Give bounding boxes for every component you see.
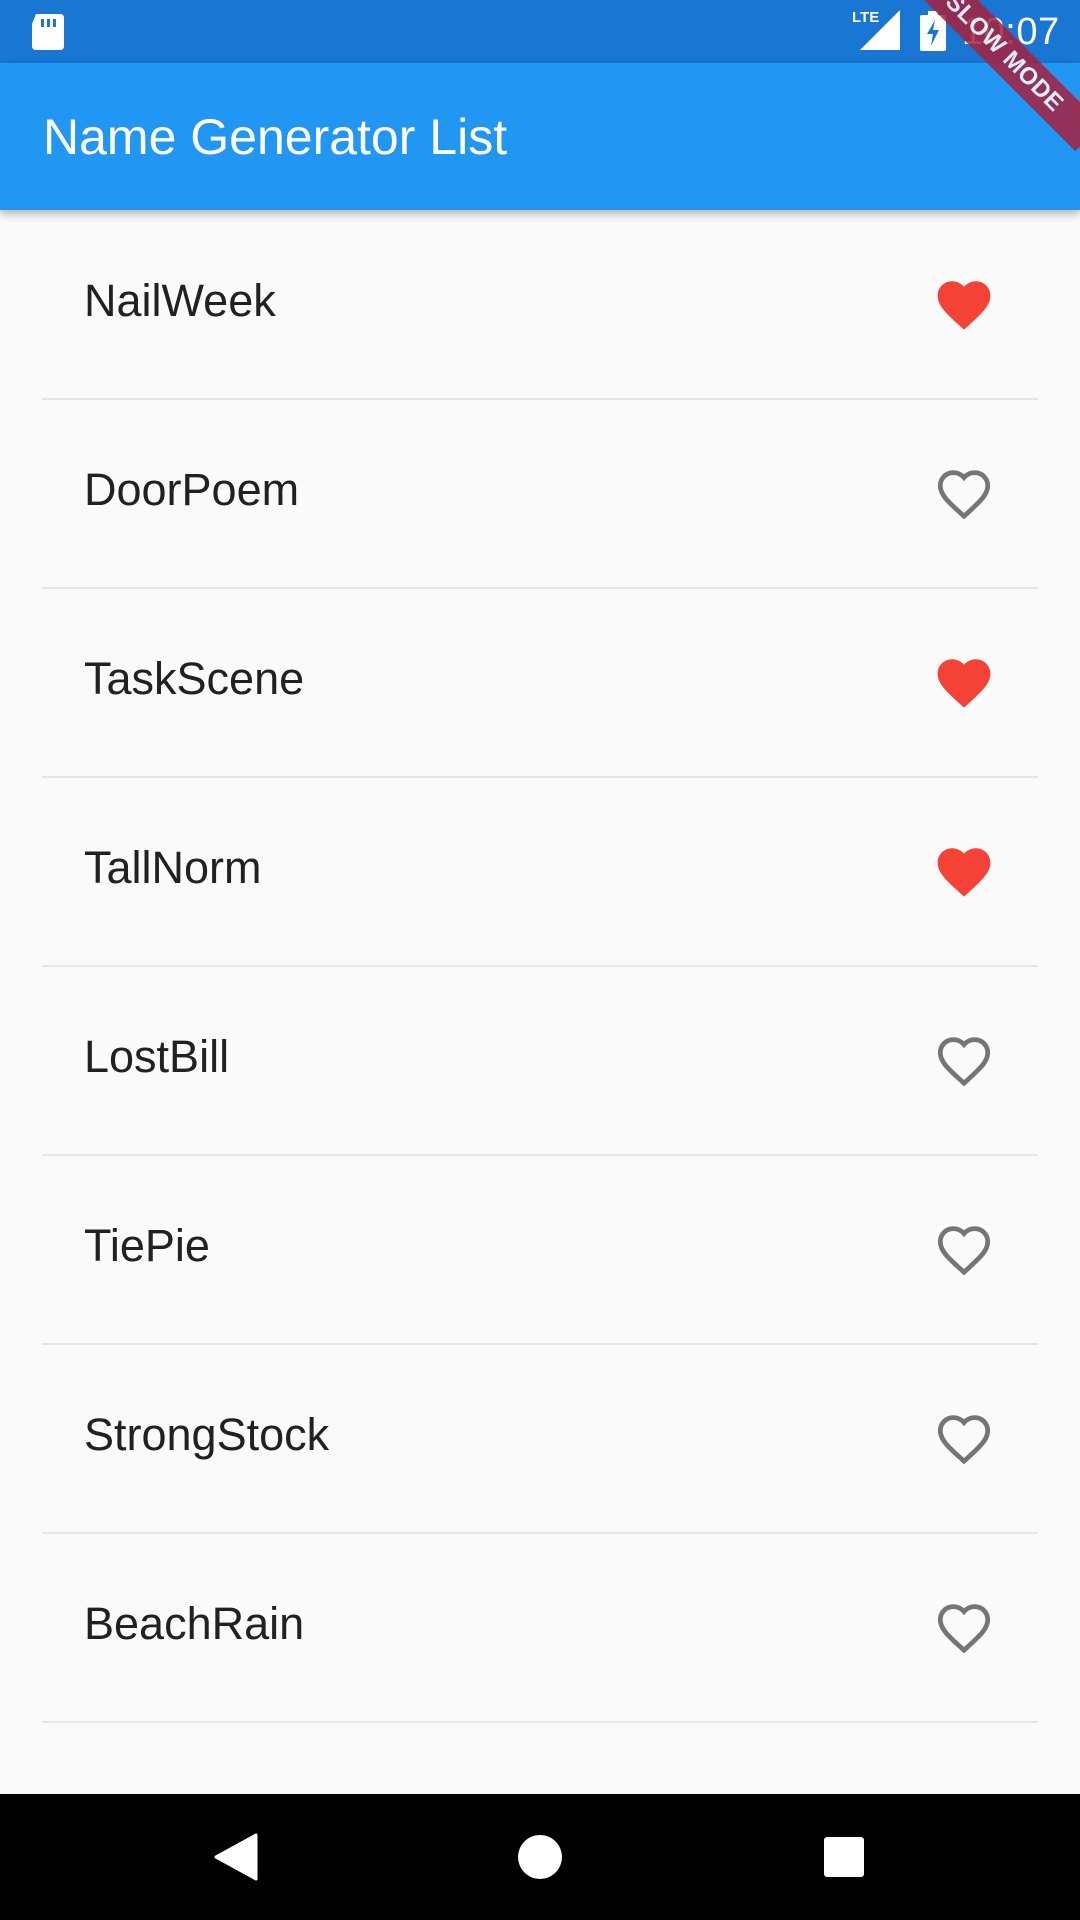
heart-outline-icon[interactable] bbox=[935, 1412, 993, 1466]
list-item-label: LostBill bbox=[84, 1031, 230, 1082]
list-item[interactable]: TallNorm bbox=[0, 777, 1080, 966]
heart-outline-icon[interactable] bbox=[935, 1601, 993, 1655]
app-bar: Name Generator List bbox=[0, 63, 1080, 210]
list-item[interactable]: LostBill bbox=[0, 966, 1080, 1155]
saved-names-list[interactable]: NailWeek DoorPoem TaskScene TallNorm LostBil… bbox=[0, 210, 1080, 1794]
list-item-label: TaskScene bbox=[84, 653, 305, 704]
list-divider bbox=[42, 1721, 1038, 1723]
list-item[interactable]: NailWeek bbox=[0, 210, 1080, 399]
list-item[interactable]: DoorPoem bbox=[0, 399, 1080, 588]
list-item-label: TallNorm bbox=[84, 842, 262, 893]
lte-signal-icon: LTE bbox=[852, 9, 900, 50]
recents-square-icon[interactable] bbox=[814, 1827, 874, 1887]
list-item[interactable]: TaskScene bbox=[0, 588, 1080, 777]
back-triangle-icon[interactable] bbox=[206, 1827, 266, 1887]
list-item[interactable]: TiePie bbox=[0, 1155, 1080, 1344]
heart-filled-icon[interactable] bbox=[935, 278, 993, 332]
app-screen: LTE 10:07 Name Generator List SLOW MODE … bbox=[0, 0, 1080, 1920]
heart-outline-icon[interactable] bbox=[935, 1223, 993, 1277]
network-type-label: LTE bbox=[852, 9, 880, 26]
status-bar: LTE 10:07 bbox=[0, 0, 1080, 63]
list-item[interactable]: StrongStock bbox=[0, 1344, 1080, 1533]
sd-card-icon bbox=[32, 14, 64, 50]
list-item-label: DoorPoem bbox=[84, 464, 300, 515]
heart-filled-icon[interactable] bbox=[935, 656, 993, 710]
page-title: Name Generator List bbox=[43, 109, 508, 165]
heart-outline-icon[interactable] bbox=[935, 467, 993, 521]
heart-filled-icon[interactable] bbox=[935, 845, 993, 899]
list-item-label: NailWeek bbox=[84, 275, 276, 326]
list-item-label: StrongStock bbox=[84, 1409, 330, 1460]
list-item-label: BeachRain bbox=[84, 1598, 305, 1649]
heart-outline-icon[interactable] bbox=[935, 1034, 993, 1088]
list-item-label: TiePie bbox=[84, 1220, 210, 1271]
home-circle-icon[interactable] bbox=[510, 1827, 570, 1887]
system-nav-bar bbox=[0, 1794, 1080, 1920]
list-item[interactable]: BeachRain bbox=[0, 1533, 1080, 1722]
